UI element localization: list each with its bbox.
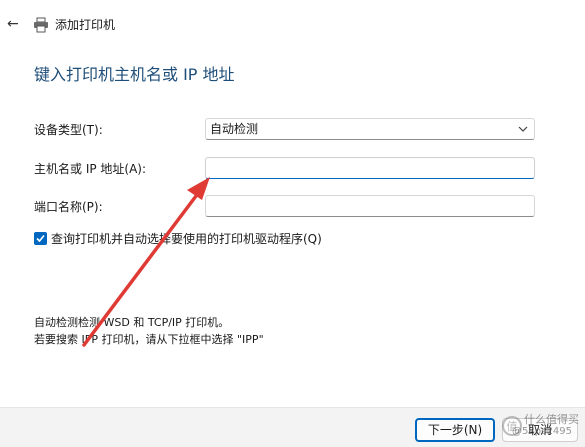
device-type-label: 设备类型(T): xyxy=(34,123,103,137)
back-arrow-icon[interactable]: ← xyxy=(7,16,19,32)
query-printer-label: 查询打印机并自动选择要使用的打印机驱动程序(Q) xyxy=(51,232,322,246)
checkmark-icon xyxy=(36,234,45,243)
watermark-handle: @52pc2495 xyxy=(512,426,573,437)
watermark-text: 什么值得买 xyxy=(524,413,579,426)
dialog-footer: 下一步(N) 取消 xyxy=(0,407,585,447)
description-line-1: 自动检测检测 WSD 和 TCP/IP 打印机。 xyxy=(34,316,230,329)
printer-icon xyxy=(34,17,48,33)
port-name-label: 端口名称(P): xyxy=(34,200,103,214)
title-bar: ← 添加打印机 xyxy=(0,0,585,48)
port-name-input[interactable] xyxy=(205,195,535,217)
hostname-label: 主机名或 IP 地址(A): xyxy=(34,162,147,176)
chevron-down-icon xyxy=(518,126,528,132)
description-line-2: 若要搜索 IPP 打印机，请从下拉框中选择 "IPP" xyxy=(34,333,264,346)
hostname-input[interactable] xyxy=(205,157,535,179)
device-type-value: 自动检测 xyxy=(210,122,259,136)
page-heading: 键入打印机主机名或 IP 地址 xyxy=(34,65,235,84)
window-title: 添加打印机 xyxy=(55,18,116,32)
next-button[interactable]: 下一步(N) xyxy=(415,418,495,442)
device-type-select[interactable]: 自动检测 xyxy=(205,118,535,140)
query-printer-checkbox[interactable] xyxy=(34,232,47,245)
